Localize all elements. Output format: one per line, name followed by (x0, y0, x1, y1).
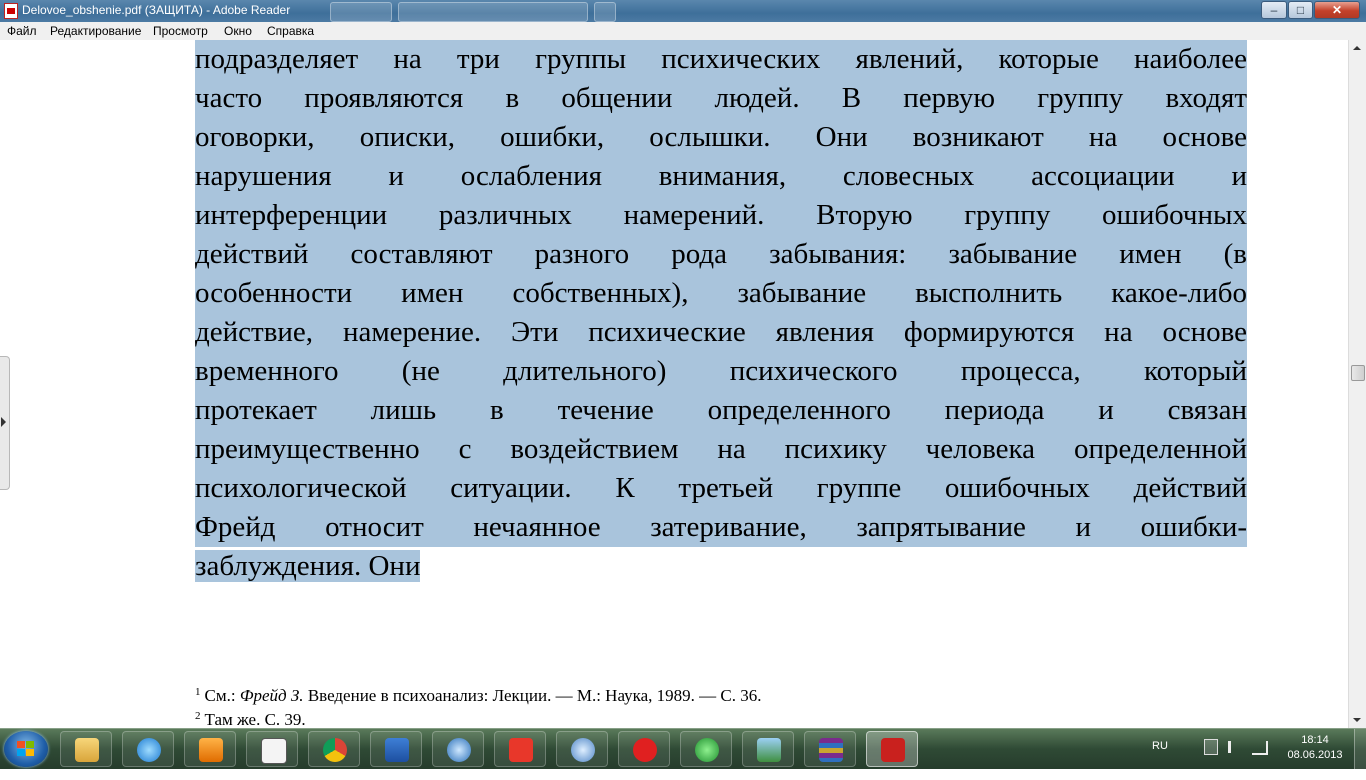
winrar-icon[interactable] (804, 731, 856, 767)
windows-explorer-icon[interactable] (60, 731, 112, 767)
text-line: психологической ситуации. К третьей груп… (195, 469, 1247, 508)
chrome-logo-icon (323, 738, 347, 762)
background-window-tab (398, 2, 588, 22)
expand-arrow-icon (1, 417, 6, 427)
menu-view[interactable]: Просмотр (153, 24, 208, 38)
footnote-prefix: См.: (204, 686, 240, 705)
footnote-text: Там же. С. 39. (204, 710, 306, 728)
text-line: интерференции различных намерений. Втору… (195, 196, 1247, 235)
playing-card-icon (261, 738, 287, 764)
archive-icon (819, 738, 843, 762)
text-line-last: заблуждения. Они (195, 547, 1247, 586)
scroll-thumb[interactable] (1351, 365, 1365, 381)
yandex-browser-logo-icon (633, 738, 657, 762)
text-line: подразделяет на три группы психических я… (195, 40, 1247, 79)
adobe-reader-taskbar-button[interactable] (866, 731, 918, 767)
text-line: действий составляют разного рода забыван… (195, 235, 1247, 274)
maximize-button[interactable]: □ (1288, 1, 1313, 19)
sound-app-icon[interactable] (556, 731, 608, 767)
footnotes: 1 См.: Фрейд З. Введение в психоанализ: Л… (195, 682, 762, 728)
signal-icon (695, 738, 719, 762)
text-line: часто проявляются в общении людей. В пер… (195, 79, 1247, 118)
clock-time: 18:14 (1301, 734, 1329, 746)
window-title: Delovoe_obshenie.pdf (ЗАЩИТА) - Adobe Re… (22, 3, 291, 17)
play-icon (199, 738, 223, 762)
background-window-tab (594, 2, 616, 22)
selected-text: заблуждения. Они (195, 550, 421, 582)
text-line: оговорки, описки, ошибки, ослышки. Они в… (195, 118, 1247, 157)
close-button[interactable]: ✕ (1314, 1, 1360, 19)
arrow-up-icon (1353, 46, 1361, 50)
internet-explorer-icon[interactable] (122, 731, 174, 767)
taskbar: RU 18:14 08.06.2013 (0, 728, 1366, 769)
folder-icon (75, 738, 99, 762)
menu-window[interactable]: Окно (224, 24, 252, 38)
image-viewer-icon[interactable] (742, 731, 794, 767)
speaker-icon (571, 738, 595, 762)
menu-help[interactable]: Справка (267, 24, 314, 38)
removable-device-icon[interactable] (1204, 739, 1218, 755)
document-viewport[interactable]: подразделяет на три группы психических я… (0, 40, 1348, 728)
yandex-icon[interactable] (494, 731, 546, 767)
network-icon[interactable] (1252, 741, 1268, 755)
footnote-number: 2 (195, 710, 201, 722)
scroll-down-button[interactable] (1349, 712, 1366, 728)
minimize-button[interactable]: – (1261, 1, 1287, 19)
text-line: действие, намерение. Эти психические явл… (195, 313, 1247, 352)
background-window-tab (330, 2, 392, 22)
email-client-icon[interactable] (432, 731, 484, 767)
clock-date: 08.06.2013 (1287, 749, 1343, 761)
start-button[interactable] (4, 731, 48, 767)
arrow-down-icon (1353, 718, 1361, 722)
chrome-icon[interactable] (308, 731, 360, 767)
adobe-reader-icon (4, 3, 18, 19)
text-line: временного (не длительного) психического… (195, 352, 1247, 391)
word-icon[interactable] (370, 731, 422, 767)
language-indicator[interactable]: RU (1152, 740, 1168, 780)
yandex-browser-icon[interactable] (618, 731, 670, 767)
word-logo-icon (385, 738, 409, 762)
ie-logo-icon (137, 738, 161, 762)
footnote: 1 См.: Фрейд З. Введение в психоанализ: Л… (195, 682, 762, 706)
solitaire-icon[interactable] (246, 731, 298, 767)
document-body-text[interactable]: подразделяет на три группы психических я… (195, 40, 1247, 586)
system-clock[interactable]: 18:14 08.06.2013 (1282, 733, 1348, 763)
network-app-icon[interactable] (680, 731, 732, 767)
at-sign-icon (447, 738, 471, 762)
scroll-up-button[interactable] (1349, 40, 1366, 56)
footnote-author: Фрейд З. (239, 686, 304, 705)
yandex-logo-icon (509, 738, 533, 762)
title-bar: Delovoe_obshenie.pdf (ЗАЩИТА) - Adobe Re… (0, 0, 1366, 22)
navigation-pane-toggle[interactable] (0, 356, 10, 490)
media-player-icon[interactable] (184, 731, 236, 767)
text-line: протекает лишь в течение определенного п… (195, 391, 1247, 430)
footnote-text: Введение в психоанализ: Лекции. — М.: На… (303, 686, 762, 705)
vertical-scrollbar[interactable] (1348, 40, 1366, 728)
picture-icon (757, 738, 781, 762)
windows-logo-icon (17, 741, 35, 757)
footnote: 2 Там же. С. 39. (195, 706, 762, 728)
volume-icon[interactable] (1228, 741, 1243, 753)
show-desktop-button[interactable] (1354, 729, 1366, 769)
text-line: нарушения и ослабления внимания, словесн… (195, 157, 1247, 196)
footnote-number: 1 (195, 686, 201, 698)
text-line: особенности имен собственных), забывание… (195, 274, 1247, 313)
menu-bar: Файл Редактирование Просмотр Окно Справк… (0, 22, 1366, 41)
menu-edit[interactable]: Редактирование (50, 24, 141, 38)
text-line: Фрейд относит нечаянное затеривание, зап… (195, 508, 1247, 547)
menu-file[interactable]: Файл (7, 24, 37, 38)
pdf-icon (881, 738, 905, 762)
text-line: преимущественно с воздействием на психик… (195, 430, 1247, 469)
